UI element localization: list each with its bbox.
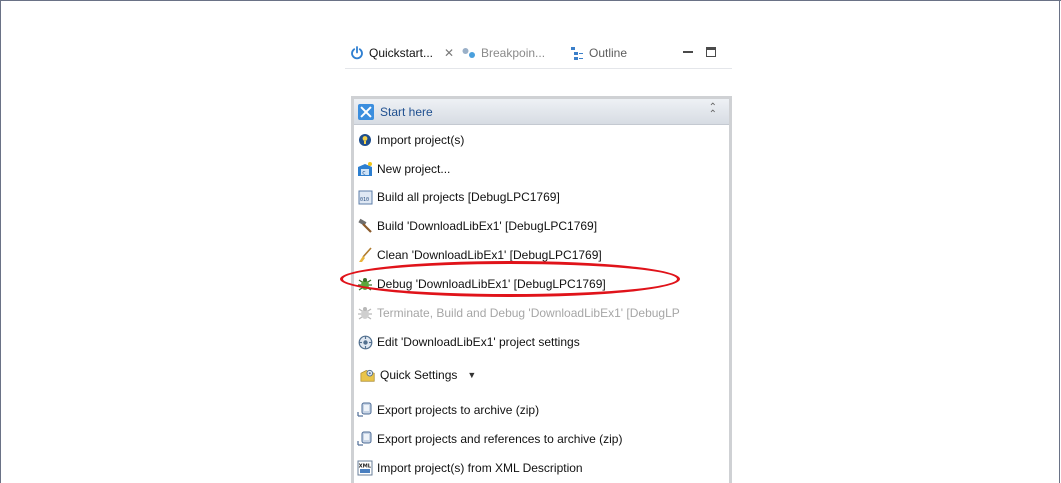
quickstart-item-build-project[interactable]: Build 'DownloadLibEx1' [DebugLPC1769] — [357, 215, 597, 237]
import-bulb-icon — [357, 132, 373, 148]
outline-icon — [569, 45, 585, 61]
close-icon[interactable]: ✕ — [443, 46, 455, 60]
tab-outline[interactable]: Outline — [569, 44, 627, 62]
export-archive-refs-icon — [357, 431, 373, 447]
document-frame-right — [1059, 0, 1060, 483]
item-label: Export projects and references to archiv… — [377, 432, 623, 446]
maximize-icon[interactable] — [706, 47, 716, 57]
item-label: Clean 'DownloadLibEx1' [DebugLPC1769] — [377, 248, 602, 262]
item-label: Build 'DownloadLibEx1' [DebugLPC1769] — [377, 219, 598, 233]
document-frame-left — [0, 0, 1, 483]
debug-bug-disabled-icon — [357, 305, 373, 321]
svg-text:010: 010 — [360, 197, 369, 203]
quickstart-item-export-archive[interactable]: Export projects to archive (zip) — [357, 399, 539, 421]
tab-outline-label: Outline — [589, 46, 628, 60]
double-chevron-up-icon[interactable]: ⌃ ⌃ — [709, 103, 717, 120]
quickstart-power-icon — [349, 45, 365, 61]
item-label: New project... — [377, 162, 451, 176]
build-all-binary-icon: 010 — [357, 189, 373, 205]
broom-icon — [357, 247, 373, 263]
item-label: Export projects to archive (zip) — [377, 403, 540, 417]
item-label: Edit 'DownloadLibEx1' project settings — [377, 335, 580, 349]
quickstart-item-new-project[interactable]: c New project... — [357, 158, 450, 180]
quickstart-item-import-projects[interactable]: Import project(s) — [357, 129, 464, 151]
quickstart-item-export-archive-references[interactable]: Export projects and references to archiv… — [357, 428, 622, 450]
start-here-icon — [358, 103, 374, 120]
xml-import-icon: XML — [357, 460, 373, 476]
quickstart-item-terminate-build-debug[interactable]: Terminate, Build and Debug 'DownloadLibE… — [357, 302, 680, 324]
export-archive-icon — [357, 402, 373, 418]
section-title: Start here — [380, 104, 433, 119]
quickstart-item-quick-settings[interactable]: Quick Settings ▼ — [360, 364, 476, 386]
chevron-down-icon[interactable]: ▼ — [467, 370, 476, 380]
item-label: Import project(s) from XML Description — [377, 461, 583, 475]
svg-text:c: c — [362, 169, 365, 176]
settings-gear-icon — [357, 334, 373, 350]
tab-breakpoints[interactable]: Breakpoin... — [461, 44, 545, 62]
quick-settings-icon — [360, 367, 376, 383]
start-here-section-header[interactable]: Start here ⌃ ⌃ — [354, 99, 729, 125]
view-tab-bar: Quickstart... ✕ Breakpoin... Outline — [345, 38, 732, 69]
document-frame-top — [0, 0, 1061, 1]
quickstart-item-import-xml[interactable]: XML Import project(s) from XML Descripti… — [357, 457, 583, 479]
item-label: Terminate, Build and Debug 'DownloadLibE… — [377, 306, 680, 320]
quickstart-item-edit-settings[interactable]: Edit 'DownloadLibEx1' project settings — [357, 331, 580, 353]
annotation-highlight-ellipse — [340, 261, 680, 297]
item-label: Build all projects [DebugLPC1769] — [377, 190, 560, 204]
quickstart-item-build-all[interactable]: 010 Build all projects [DebugLPC1769] — [357, 186, 560, 208]
tab-quickstart[interactable]: Quickstart... ✕ — [349, 44, 455, 62]
hammer-icon — [357, 218, 373, 234]
xml-icon-text: XML — [359, 463, 372, 469]
breakpoints-icon — [461, 45, 477, 61]
item-label: Import project(s) — [377, 133, 465, 147]
tab-breakpoints-label: Breakpoin... — [481, 46, 546, 60]
item-label: Quick Settings — [380, 368, 458, 382]
new-c-project-icon: c — [357, 161, 373, 177]
tab-quickstart-label: Quickstart... — [369, 46, 434, 60]
minimize-icon[interactable] — [682, 47, 694, 57]
